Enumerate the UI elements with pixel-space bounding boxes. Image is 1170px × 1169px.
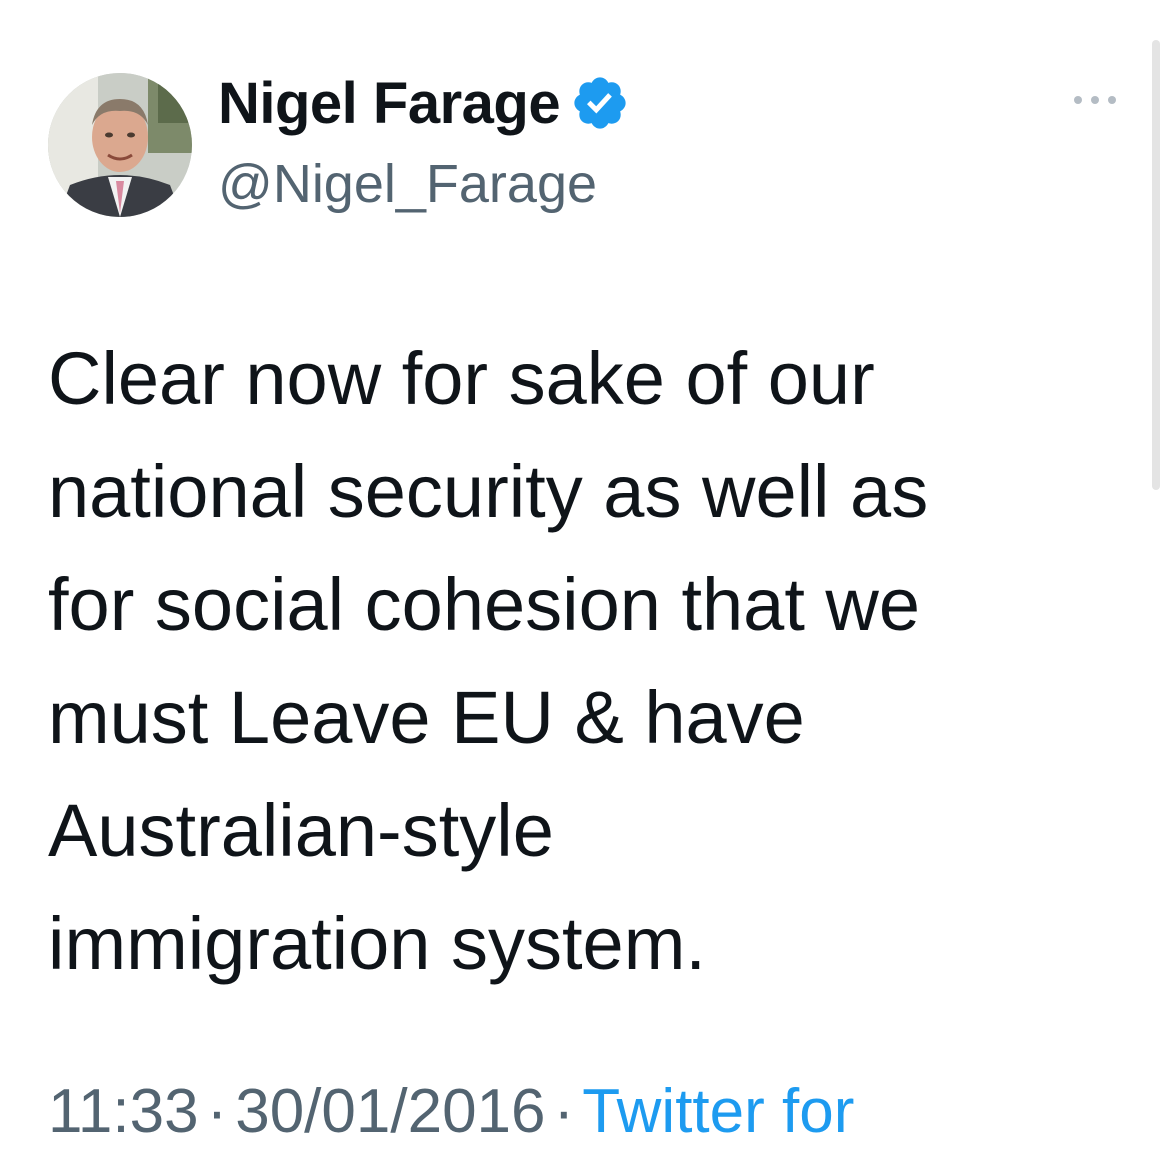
avatar[interactable] (48, 73, 192, 217)
avatar-image (48, 73, 192, 217)
verified-badge-icon (570, 73, 630, 133)
author-display-name[interactable]: Nigel Farage (218, 70, 561, 137)
separator-dot: · (206, 1077, 228, 1146)
tweet-time[interactable]: 11:33 (48, 1077, 199, 1146)
tweet-date[interactable]: 30/01/2016 (235, 1077, 545, 1146)
tweet-metadata: 11:33 · 30/01/2016 · Twitter for (48, 1076, 854, 1147)
tweet-source-link[interactable]: Twitter for (582, 1077, 854, 1146)
separator-dot: · (553, 1077, 575, 1146)
author-handle[interactable]: @Nigel_Farage (218, 153, 597, 215)
tweet-text: Clear now for sake of our national secur… (48, 337, 929, 985)
more-icon[interactable] (1070, 88, 1120, 112)
tweet-card: Nigel Farage @Nigel_Farage Clear now for… (0, 0, 1170, 1169)
author-name-row: Nigel Farage (218, 68, 630, 138)
scrollbar[interactable] (1152, 40, 1160, 490)
